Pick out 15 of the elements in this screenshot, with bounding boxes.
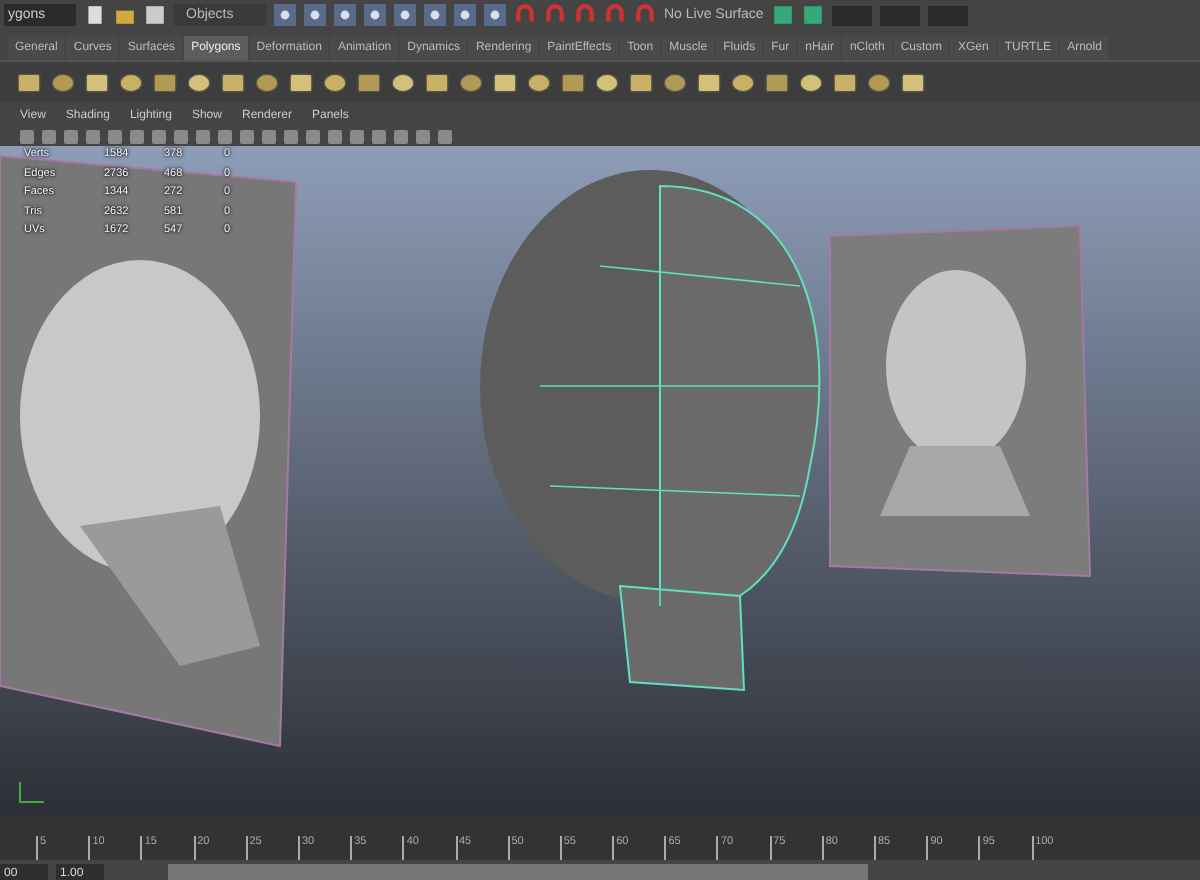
input-field[interactable] — [879, 5, 920, 25]
input-field[interactable] — [831, 5, 872, 25]
snap-icon[interactable] — [424, 4, 446, 26]
snap-icon[interactable] — [454, 4, 476, 26]
save-icon[interactable] — [144, 4, 166, 26]
new-scene-icon[interactable] — [84, 4, 106, 26]
snap-icon[interactable] — [334, 4, 356, 26]
snap-icon[interactable] — [364, 4, 386, 26]
snap-icon[interactable] — [274, 4, 296, 26]
snap-icon[interactable] — [394, 4, 416, 26]
snap-icon[interactable] — [304, 4, 326, 26]
snap-icon[interactable] — [484, 4, 506, 26]
input-field[interactable] — [927, 5, 968, 25]
render-icon[interactable] — [801, 4, 824, 26]
render-icon[interactable] — [771, 4, 794, 26]
